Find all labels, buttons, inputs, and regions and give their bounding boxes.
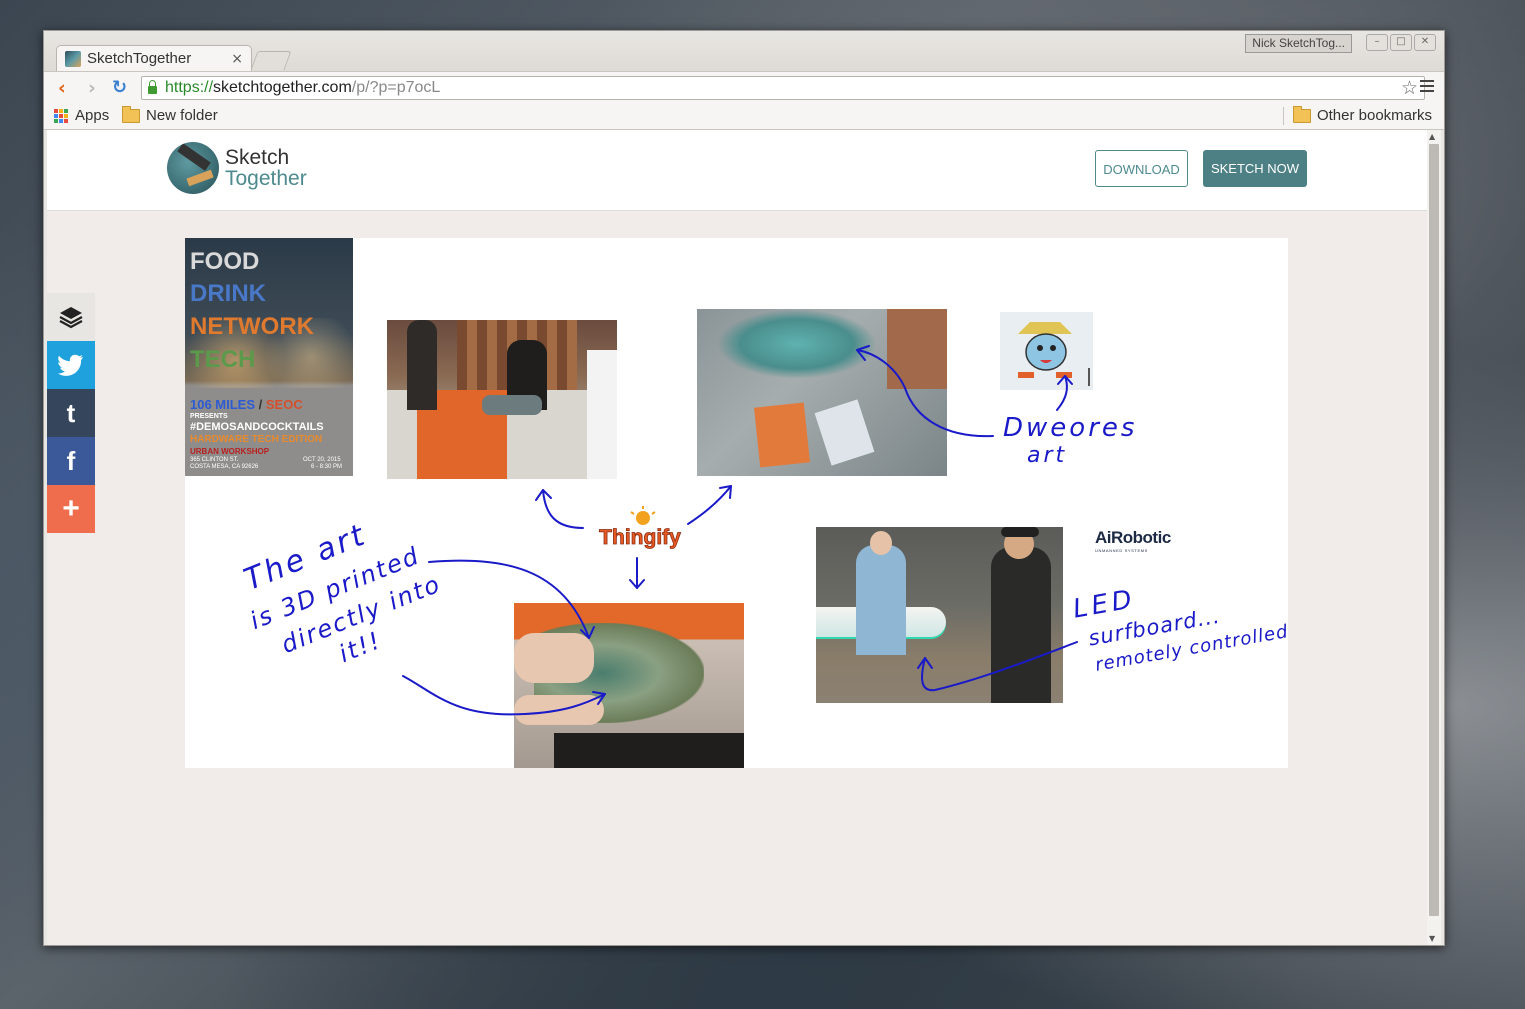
other-bookmarks-label: Other bookmarks <box>1316 107 1432 124</box>
twitter-share-button[interactable] <box>47 341 95 389</box>
sketchtogether-logo-icon[interactable] <box>167 142 219 194</box>
bookmark-other-bookmarks[interactable]: Other bookmarks <box>1292 105 1432 124</box>
tab-title: SketchTogether <box>87 50 192 67</box>
facebook-share-button[interactable]: f <box>47 437 95 485</box>
page-scrollbar[interactable]: ▲ ▼ <box>1427 130 1441 945</box>
sketch-canvas[interactable]: FOOD DRINK NETWORK TECH 106 MILES / SEOC… <box>185 238 1288 768</box>
url-scheme: https:// <box>165 79 214 96</box>
sketch-now-button[interactable]: SKETCH NOW <box>1203 150 1307 187</box>
note-dweores-line2: art <box>1027 443 1067 468</box>
tumblr-icon: t <box>66 397 76 428</box>
scroll-thumb[interactable] <box>1429 144 1439 916</box>
forward-arrow-icon[interactable]: › <box>88 78 96 98</box>
close-window-button[interactable]: ✕ <box>1414 34 1436 51</box>
twitter-icon <box>58 354 83 376</box>
bookmark-star-icon[interactable]: ☆ <box>1401 77 1418 100</box>
url-host: sketchtogether.com <box>213 79 352 96</box>
site-header: Sketch Together DOWNLOAD SKETCH NOW <box>47 130 1427 211</box>
logo-text-together[interactable]: Together <box>225 167 307 191</box>
tumblr-share-button[interactable]: t <box>47 389 95 437</box>
bookmark-label: New folder <box>146 107 218 124</box>
scroll-up-icon[interactable]: ▲ <box>1429 132 1435 141</box>
tab-close-icon[interactable]: × <box>231 51 243 67</box>
folder-icon <box>1292 105 1311 123</box>
bookmark-label: Apps <box>75 107 110 124</box>
bookmark-apps[interactable]: Apps <box>54 107 109 124</box>
minimize-button[interactable]: – <box>1366 34 1388 51</box>
browser-toolbar: ‹ › ↻ https://sketchtogether.com/p/?p=p7… <box>44 71 1444 104</box>
maximize-button[interactable]: □ <box>1390 34 1412 51</box>
layers-button[interactable] <box>47 293 95 341</box>
back-arrow-icon[interactable]: ‹ <box>58 78 66 98</box>
reload-icon[interactable]: ↻ <box>112 78 127 98</box>
ink-annotations: Dweores art The art is 3D printed direct… <box>239 345 1288 716</box>
browser-window: SketchTogether × Nick SketchTog... – □ ✕… <box>43 30 1445 946</box>
apps-grid-icon <box>54 108 68 123</box>
scroll-down-icon[interactable]: ▼ <box>1429 934 1435 943</box>
layers-icon <box>59 307 83 329</box>
bookmarks-bar: Apps New folder Other bookmarks <box>44 103 1444 130</box>
url-path: /p/?p=p7ocL <box>351 79 441 96</box>
folder-icon <box>122 105 140 123</box>
bookmark-new-folder[interactable]: New folder <box>122 105 218 124</box>
lock-icon <box>148 80 157 94</box>
sketchtogether-favicon-icon <box>65 50 81 67</box>
page-viewport: Sketch Together DOWNLOAD SKETCH NOW t f … <box>47 130 1427 945</box>
note-dweores-line1: Dweores <box>1003 413 1137 443</box>
plus-icon: + <box>62 492 80 525</box>
new-tab-button[interactable] <box>250 51 292 70</box>
download-button[interactable]: DOWNLOAD <box>1095 150 1188 187</box>
facebook-icon: f <box>66 445 76 476</box>
profile-button[interactable]: Nick SketchTog... <box>1245 34 1352 53</box>
address-bar[interactable]: https://sketchtogether.com/p/?p=p7ocL ☆ <box>141 76 1425 100</box>
title-bar: SketchTogether × Nick SketchTog... – □ ✕ <box>44 31 1444 71</box>
chrome-menu-icon[interactable] <box>1420 80 1434 95</box>
bookmarks-separator <box>1283 107 1284 125</box>
more-share-button[interactable]: + <box>47 485 95 533</box>
tab-sketchtogether[interactable]: SketchTogether × <box>56 45 252 71</box>
